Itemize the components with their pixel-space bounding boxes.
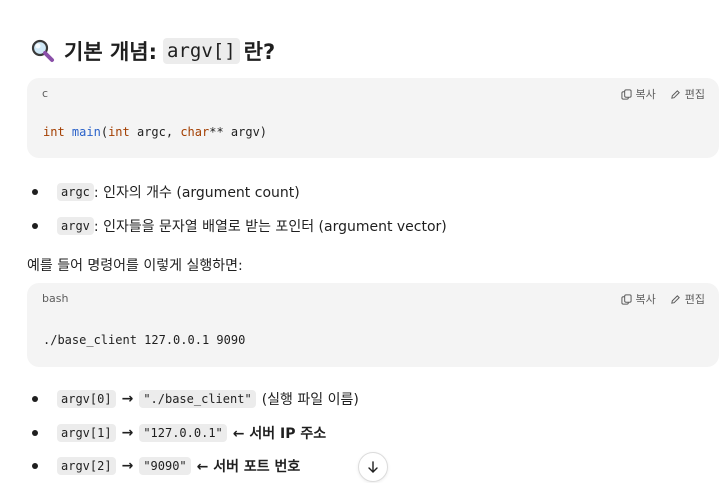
code-token: argc,: [129, 125, 181, 139]
copy-icon: [620, 293, 632, 305]
copy-button[interactable]: 복사: [620, 291, 656, 307]
inline-code: argv: [57, 217, 94, 235]
scroll-down-button[interactable]: [358, 452, 388, 482]
code-actions: 복사 편집: [620, 291, 705, 307]
code-actions: 복사 편집: [620, 86, 705, 102]
inline-code: argv[2]: [57, 457, 116, 475]
copy-icon: [620, 88, 632, 100]
code-block-bash: bash 복사 편집 ./base_client 127.0.0.1 9090: [27, 283, 719, 367]
bullet-dot: [32, 223, 38, 229]
code-token-keyword: int: [108, 125, 130, 139]
code-token-keyword: char: [180, 125, 210, 139]
list-item: argv[2] → "9090" ← 서버 포트 번호: [32, 456, 300, 476]
list-item-text: : 인자들을 문자열 배열로 받는 포인터 (argument vector): [93, 219, 447, 235]
edit-button[interactable]: 편집: [670, 291, 705, 307]
arrow-down-icon: [368, 461, 378, 473]
bullet-dot: [32, 430, 38, 436]
code-block-c: c 복사 편집 int main(int argc, char** argv): [27, 78, 719, 158]
inline-code: argv[1]: [57, 424, 116, 442]
inline-code-value: "./base_client": [139, 390, 256, 408]
list-item-note: ← 서버 포트 번호: [196, 459, 301, 475]
code-token-keyword: int: [43, 125, 65, 139]
copy-button[interactable]: 복사: [620, 86, 656, 102]
code-token-function: main: [71, 125, 101, 139]
code-language-label: c: [42, 87, 49, 100]
inline-code: argc: [57, 183, 94, 201]
bullet-dot: [32, 396, 38, 402]
pencil-icon: [670, 294, 680, 304]
list-item-note: (실행 파일 이름): [261, 392, 359, 408]
list-item: argv : 인자들을 문자열 배열로 받는 포인터 (argument vec…: [32, 216, 447, 236]
code-token: ** argv): [209, 125, 268, 139]
arrow-glyph: →: [121, 391, 134, 407]
code-line: ./base_client 127.0.0.1 9090: [43, 333, 246, 347]
inline-code-value: "9090": [139, 457, 191, 475]
inline-code-value: "127.0.0.1": [139, 424, 227, 442]
magnifier-icon: [31, 39, 54, 62]
paragraph: 예를 들어 명령어를 이렇게 실행하면:: [27, 258, 243, 274]
edit-label: 편집: [684, 88, 705, 101]
list-item: argc : 인자의 개수 (argument count): [32, 182, 300, 202]
edit-button[interactable]: 편집: [670, 86, 705, 102]
arrow-glyph: →: [121, 458, 134, 474]
edit-label: 편집: [684, 293, 705, 306]
heading-code: argv[]: [163, 38, 240, 64]
copy-label: 복사: [635, 88, 656, 101]
bullet-dot: [32, 463, 38, 469]
copy-label: 복사: [635, 293, 656, 306]
arrow-glyph: →: [121, 425, 134, 441]
code-token: (: [100, 125, 109, 139]
inline-code: argv[0]: [57, 390, 116, 408]
list-item: argv[0] → "./base_client" (실행 파일 이름): [32, 389, 359, 409]
list-item-text: : 인자의 개수 (argument count): [93, 185, 300, 201]
heading-text-after: 란?: [243, 40, 276, 64]
heading-text-before: 기본 개념:: [64, 40, 157, 64]
section-heading: 기본 개념: argv[] 란?: [30, 34, 275, 68]
pencil-icon: [670, 89, 680, 99]
code-language-label: bash: [42, 292, 69, 305]
code-line: int main(int argc, char** argv): [43, 125, 267, 139]
list-item: argv[1] → "127.0.0.1" ← 서버 IP 주소: [32, 423, 326, 443]
list-item-note: ← 서버 IP 주소: [232, 426, 327, 442]
bullet-dot: [32, 189, 38, 195]
